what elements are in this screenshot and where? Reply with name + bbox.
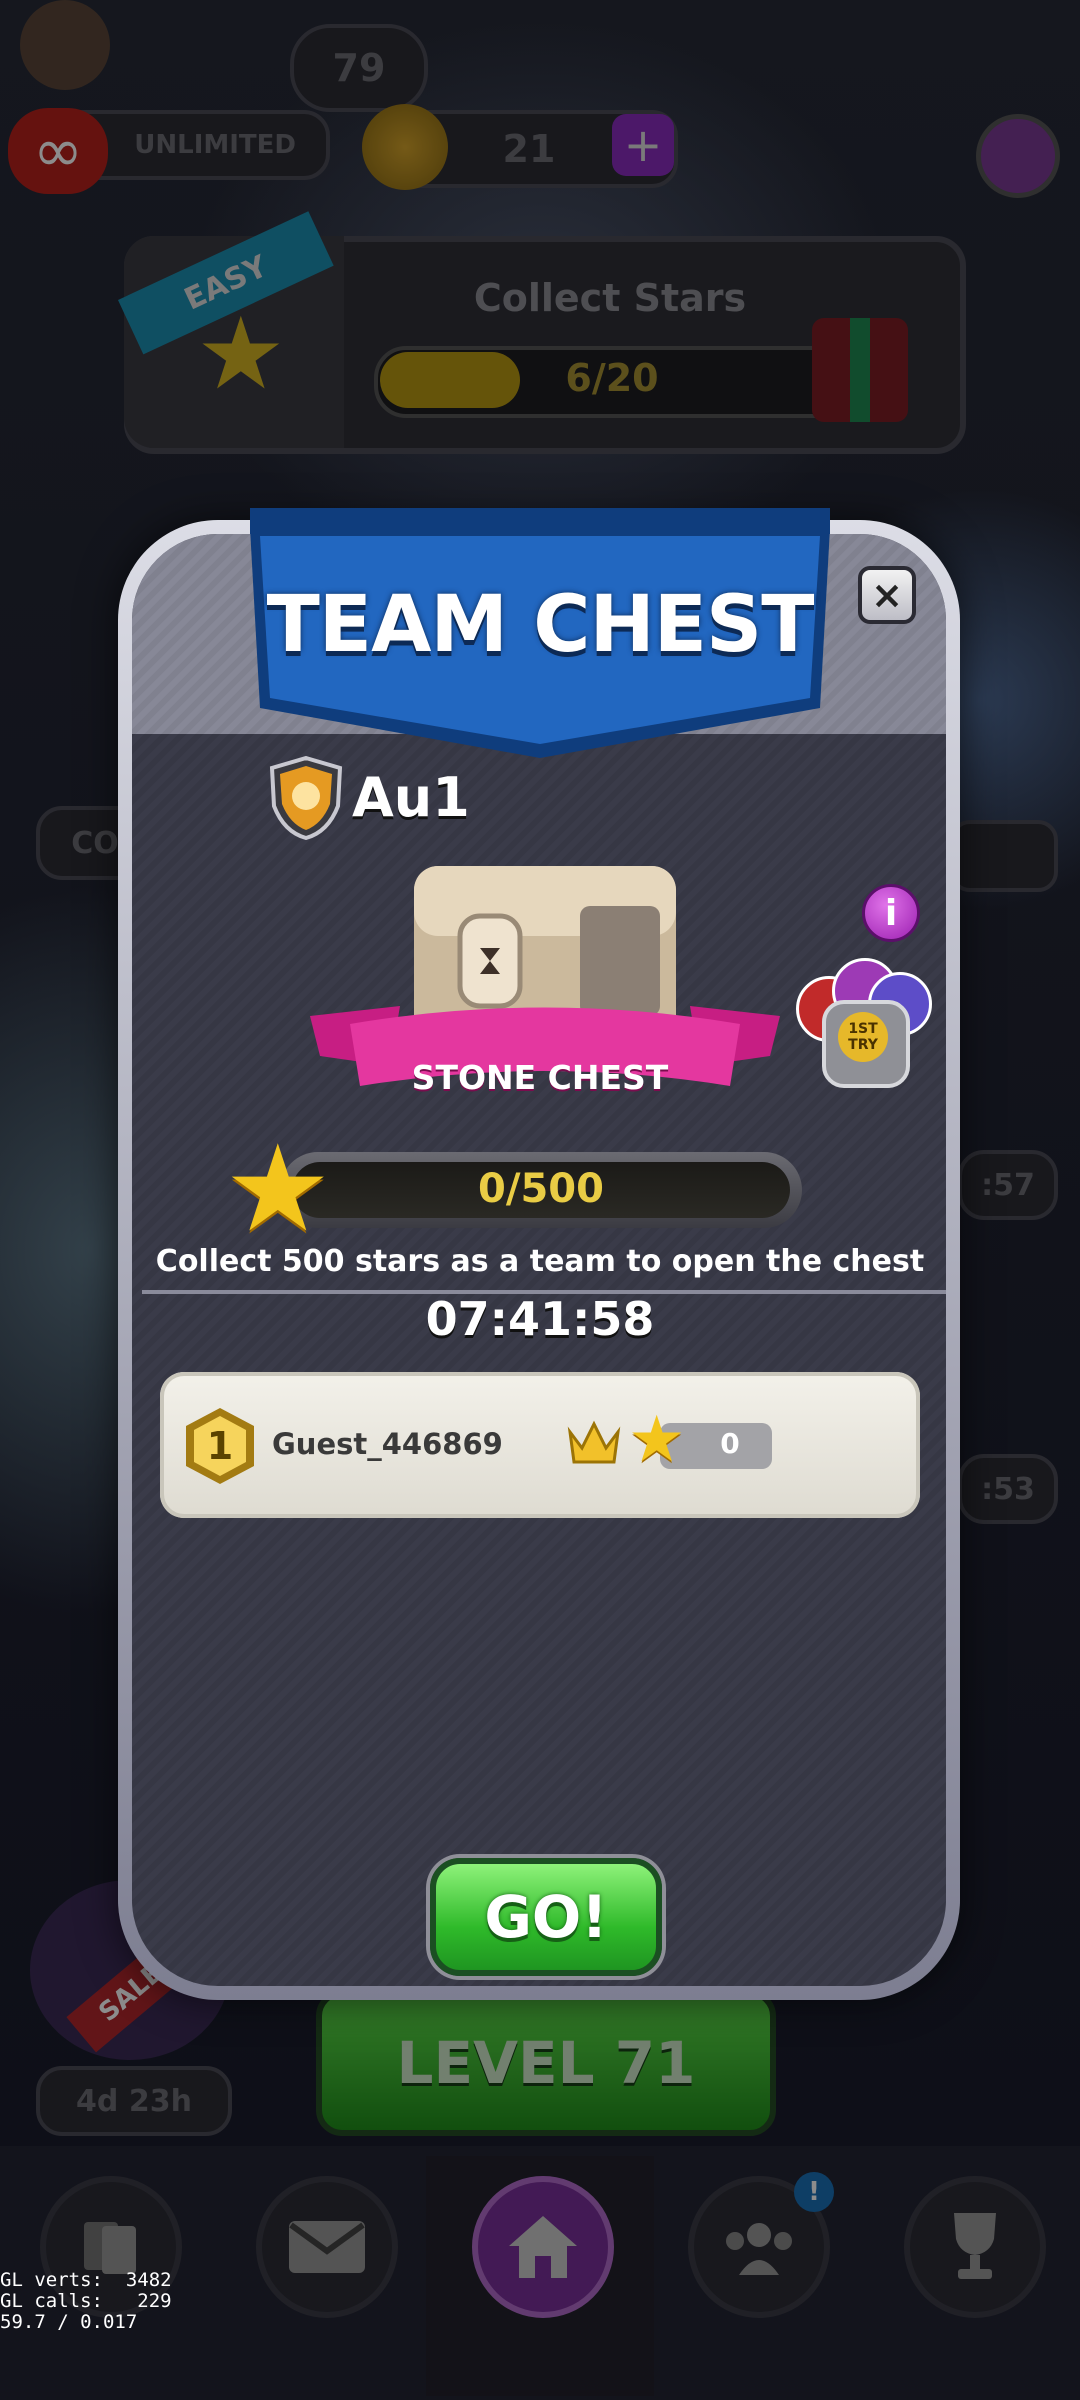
star-icon: ★ [196, 295, 286, 412]
member-rank: 1 [206, 1424, 234, 1468]
gear-icon[interactable] [976, 114, 1060, 198]
trophy-icon[interactable] [904, 2176, 1046, 2318]
star-icon: ★ [224, 1120, 332, 1259]
right-pill [950, 820, 1058, 892]
team-shield-icon [269, 756, 343, 840]
level-button[interactable]: LEVEL 71 [316, 1990, 776, 2136]
modal-title: TEAM CHEST [266, 580, 815, 670]
level-button-label: LEVEL 71 [396, 2029, 696, 2097]
first-try-label: 1ST TRY [838, 1012, 888, 1062]
timer-a-label: :57 [958, 1150, 1058, 1220]
team-notification-badge: ! [794, 2172, 834, 2212]
chest-timer: 07:41:58 [425, 1292, 655, 1346]
chest-progress-text: 0/500 [478, 1166, 604, 1212]
info-icon[interactable]: i [862, 884, 920, 942]
chest-label: STONE CHEST [411, 1058, 669, 1097]
mail-icon[interactable] [256, 2176, 398, 2318]
plus-icon[interactable]: + [612, 114, 674, 176]
sale-timer-label: 4d 23h [36, 2066, 232, 2136]
heart-icon: ∞ [8, 108, 108, 194]
lives-label: UNLIMITED [134, 130, 296, 160]
debug-line-2: GL calls: 229 [0, 2290, 172, 2312]
sale-timer: 4d 23h [36, 2066, 232, 2136]
level-bubble: 79 [290, 24, 428, 112]
info-icon-glyph: i [884, 892, 898, 934]
level-bubble-number: 79 [332, 46, 386, 90]
coin-icon [362, 104, 448, 190]
close-icon: × [871, 573, 903, 617]
gift-ribbon [850, 318, 870, 422]
go-button-label: GO! [484, 1883, 608, 1951]
coins-value: 21 [502, 127, 556, 171]
debug-line-3: 59.7 / 0.017 [0, 2311, 138, 2333]
close-button[interactable]: × [858, 566, 916, 624]
home-icon[interactable] [472, 2176, 614, 2318]
crown-icon [567, 1420, 621, 1464]
left-pill[interactable]: CO [36, 806, 154, 880]
quest-title: Collect Stars [473, 276, 747, 320]
member-name: Guest_446869 [272, 1427, 503, 1461]
go-button[interactable]: GO! [430, 1858, 662, 1976]
timer-b-label: :53 [958, 1454, 1058, 1524]
timer-b: :53 [958, 1454, 1058, 1524]
debug-overlay: GL verts: 3482 GL calls: 229 59.7 / 0.017 [0, 2270, 172, 2333]
avatar [20, 0, 110, 90]
timer-a: :57 [958, 1150, 1058, 1220]
member-score: 0 [720, 1427, 740, 1460]
debug-line-1: GL verts: 3482 [0, 2269, 172, 2291]
team-name: Au1 [352, 766, 470, 829]
hud: 79 UNLIMITED ∞ 21 + EASY ★ Collect Stars… [0, 0, 1080, 460]
chest-description: Collect 500 stars as a team to open the … [155, 1244, 925, 1279]
quest-progress-text: 6/20 [565, 356, 659, 400]
team-notification-label: ! [808, 2177, 820, 2207]
